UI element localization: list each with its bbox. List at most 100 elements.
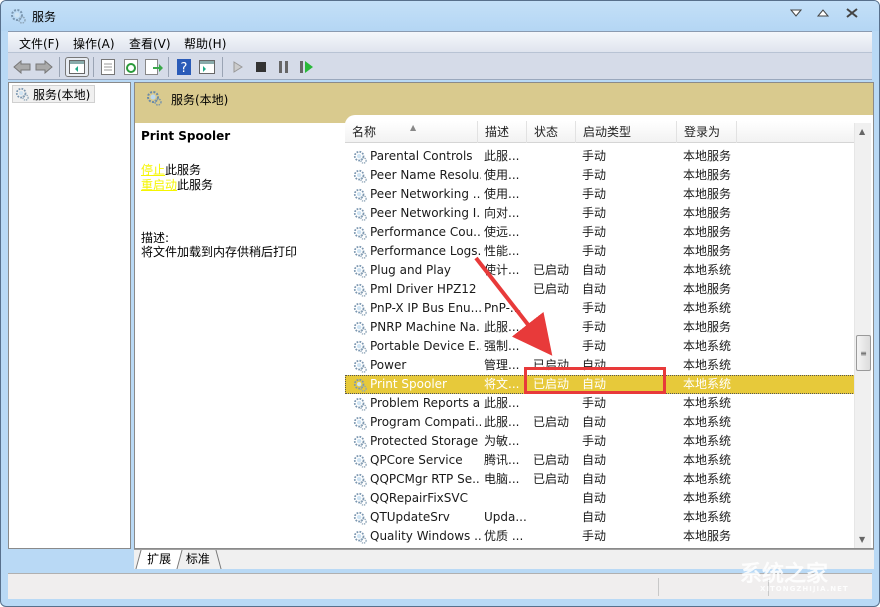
column-header-description[interactable]: 描述 [478,121,527,143]
service-name: PNRP Machine Na... [370,320,481,334]
column-header-startup-type[interactable]: 启动类型 [576,121,677,143]
menu-view[interactable]: 查看(V) [129,35,171,52]
restart-service-link[interactable]: 重启动 [141,178,177,192]
svg-text:?: ? [181,61,188,75]
console-tree-icon [69,60,85,74]
service-status: 已启动 [533,472,570,486]
column-header-status[interactable]: 状态 [527,121,576,143]
minimize-button[interactable] [785,5,807,21]
vertical-scrollbar[interactable]: ▲ ≡ ▼ [854,123,871,548]
service-name: Quality Windows ... [370,529,481,543]
stop-service-line: 停止此服务 [141,163,341,178]
menu-action[interactable]: 操作(A) [73,35,115,52]
service-description: 此服... [484,396,520,410]
service-row[interactable]: Pml Driver HPZ12 已启动 自动 本地服务 [345,280,855,299]
show-hide-console-tree-button[interactable] [65,57,89,77]
service-name-cell: QQRepairFixSVC [353,489,481,508]
window-title: 服务 [32,10,57,24]
service-name-cell: Peer Name Resolu... [353,166,481,185]
service-status: 已启动 [533,377,570,391]
service-gear-icon [353,397,367,411]
service-row[interactable]: RealtekCU 手动 本地系统 [345,546,855,548]
service-name: Problem Reports a... [370,396,481,410]
service-row[interactable]: Program Compati... 此服... 已启动 自动 本地系统 [345,413,855,432]
service-row[interactable]: Performance Logs... 性能... 手动 本地服务 [345,242,855,261]
service-gear-icon [353,454,367,468]
service-gear-icon [353,226,367,240]
service-startup-type: 手动 [582,168,607,182]
service-row[interactable]: QQRepairFixSVC 自动 本地系统 [345,489,855,508]
service-log-on-as: 本地系统 [683,472,732,486]
service-startup-type: 自动 [582,263,607,277]
service-row[interactable]: QTUpdateSrv Upda... 自动 本地系统 [345,508,855,527]
properties-button[interactable] [98,57,118,77]
service-gear-icon [353,511,367,525]
refresh-icon [124,59,138,75]
service-row[interactable]: Plug and Play 使计... 已启动 自动 本地系统 [345,261,855,280]
menu-help[interactable]: 帮助(H) [184,35,226,52]
service-row[interactable]: Parental Controls 此服... 手动 本地服务 [345,147,855,166]
service-name-cell: PNRP Machine Na... [353,318,481,337]
close-button[interactable] [841,5,863,21]
service-status: 已启动 [533,453,570,467]
scroll-up-icon[interactable]: ▲ [859,127,865,136]
service-row[interactable]: PnP-X IP Bus Enu... PnP-... 手动 本地系统 [345,299,855,318]
service-log-on-as: 本地系统 [683,301,732,315]
service-row[interactable]: PNRP Machine Na... 此服... 手动 本地服务 [345,318,855,337]
show-hide-action-pane-button[interactable] [197,57,217,77]
service-log-on-as: 本地服务 [683,149,732,163]
column-header-log-on-as[interactable]: 登录为 [677,121,737,143]
service-row[interactable]: QQPCMgr RTP Se... 电脑... 已启动 自动 本地系统 [345,470,855,489]
maximize-button[interactable] [812,5,834,21]
title-bar[interactable]: 服务 [1,1,879,31]
service-gear-icon [353,150,367,164]
service-row[interactable]: Protected Storage 为敏... 手动 本地系统 [345,432,855,451]
service-gear-icon [353,207,367,221]
service-row[interactable]: Peer Name Resolu... 使用... 手动 本地服务 [345,166,855,185]
service-name-cell: Print Spooler [353,375,481,394]
menu-file[interactable]: 文件(F) [19,35,59,52]
service-log-on-as: 本地系统 [683,396,732,410]
service-startup-type: 手动 [582,339,607,353]
service-log-on-as: 本地系统 [683,377,732,391]
forward-button[interactable] [34,57,54,77]
column-header-name[interactable]: 名称 ▲ [345,121,478,143]
back-button[interactable] [12,57,32,77]
help-button[interactable]: ? [174,57,194,77]
stop-service-link[interactable]: 停止 [141,163,165,177]
refresh-button[interactable] [121,57,141,77]
stop-service-button[interactable] [251,57,271,77]
console-tree: 服务(本地) [8,82,131,549]
column-label: 名称 [352,125,377,139]
resume-icon [300,61,313,73]
service-startup-type: 手动 [582,320,607,334]
service-name: RealtekCU [370,546,432,548]
toolbar: ? [8,52,872,80]
service-row[interactable]: Peer Networking I... 向对... 手动 本地服务 [345,204,855,223]
service-log-on-as: 本地系统 [683,453,732,467]
start-service-button[interactable] [228,57,248,77]
pause-service-button[interactable] [274,57,294,77]
service-row[interactable]: Performance Cou... 使远... 手动 本地服务 [345,223,855,242]
service-startup-type: 自动 [582,491,607,505]
service-description: 使远... [484,225,520,239]
service-row[interactable]: QPCore Service 腾讯... 已启动 自动 本地系统 [345,451,855,470]
service-row[interactable]: Peer Networking ... 使用... 手动 本地服务 [345,185,855,204]
export-list-button[interactable] [144,57,164,77]
tab-standard[interactable]: 标准 [175,550,222,569]
scrollbar-thumb[interactable]: ≡ [856,335,871,372]
service-row[interactable]: Problem Reports a... 此服... 手动 本地系统 [345,394,855,413]
service-startup-type: 手动 [582,396,607,410]
service-name-cell: Pml Driver HPZ12 [353,280,481,299]
resume-service-button[interactable] [297,57,317,77]
toolbar-separator [222,57,223,77]
service-row[interactable]: Quality Windows ... 优质 ... 手动 本地服务 [345,527,855,546]
service-row[interactable]: Power 管理... 已启动 自动 本地系统 [345,356,855,375]
tree-item-services-local[interactable]: 服务(本地) [12,85,96,103]
service-description: 强制... [484,339,520,353]
service-startup-type: 自动 [582,377,607,391]
service-row-selected[interactable]: Print Spooler 将文... 已启动 自动 本地系统 [345,375,855,394]
scroll-down-icon[interactable]: ▼ [859,535,865,544]
service-name-cell: Parental Controls [353,147,481,166]
service-row[interactable]: Portable Device E... 强制... 手动 本地系统 [345,337,855,356]
